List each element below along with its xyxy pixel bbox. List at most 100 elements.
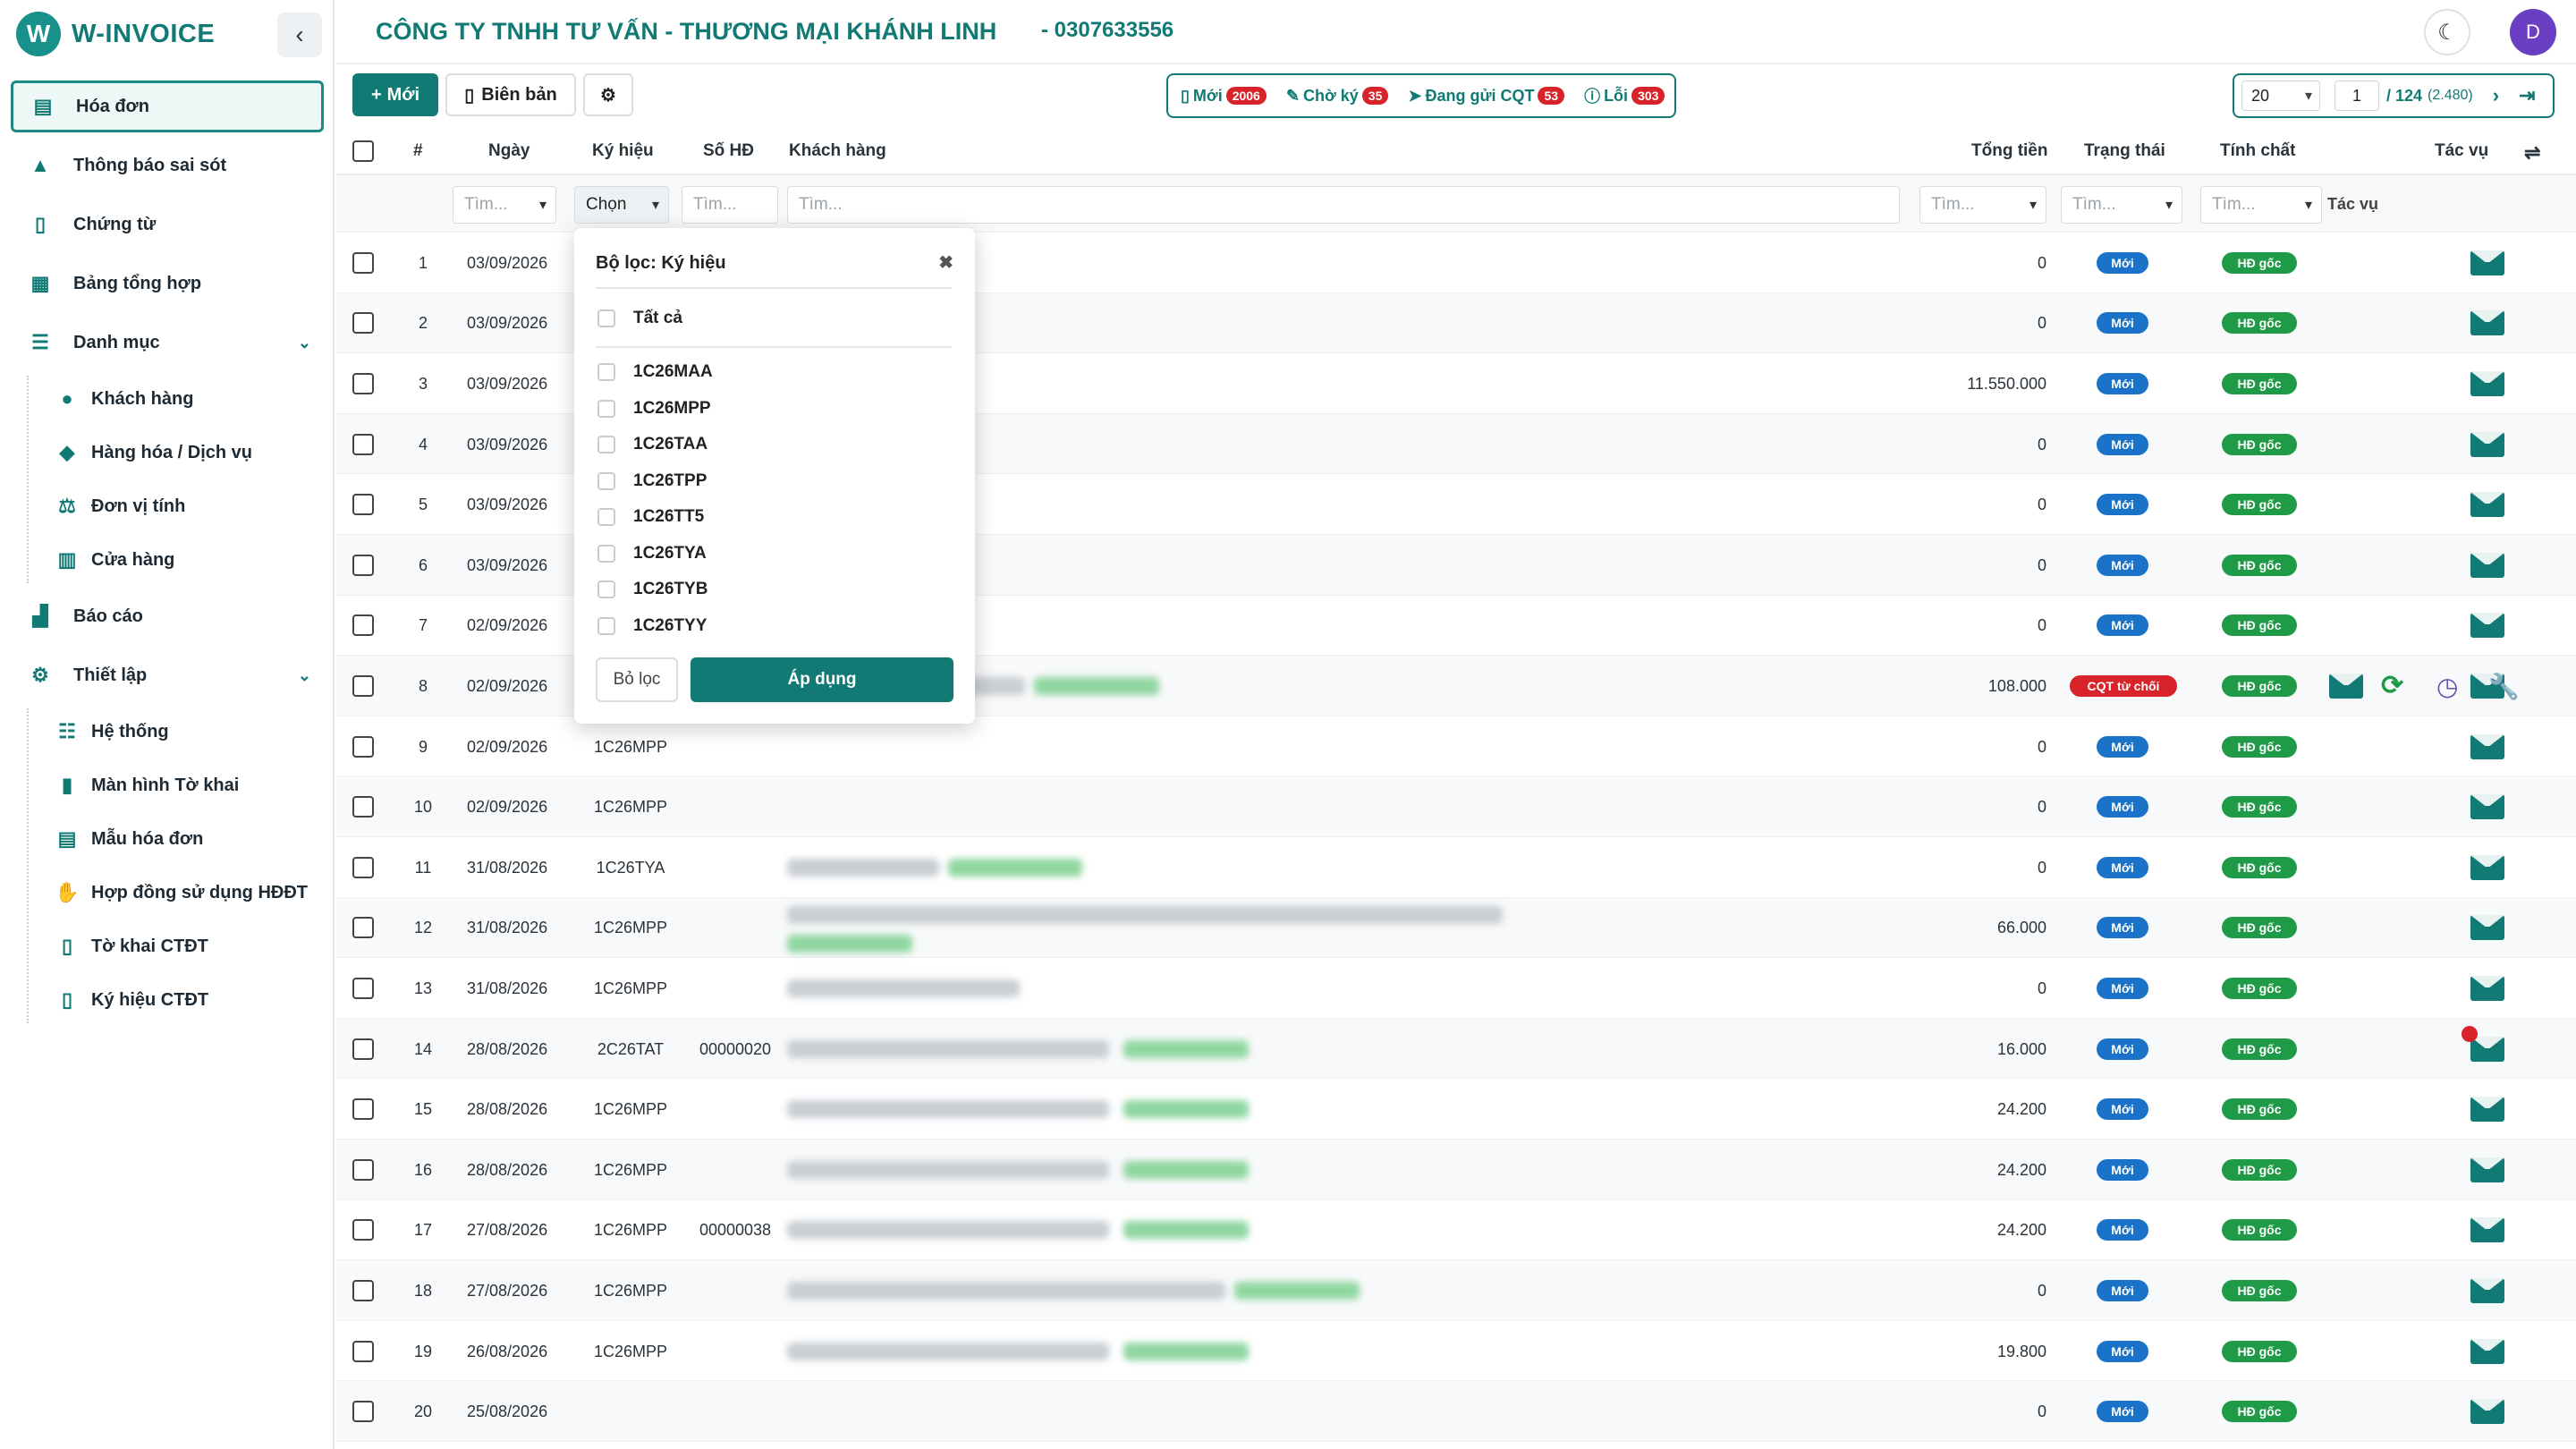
filter-option[interactable]: 1C26TT5 <box>597 504 704 530</box>
checkbox[interactable] <box>597 471 615 490</box>
avatar[interactable]: D <box>2510 9 2556 55</box>
send-email-icon[interactable] <box>2470 854 2504 880</box>
table-row[interactable]: 13 31/08/2026 1C26MPP 0 Mới HĐ gốc <box>336 958 2576 1019</box>
row-checkbox[interactable] <box>352 1219 374 1241</box>
checkbox[interactable] <box>597 508 615 526</box>
total-filter[interactable]: Tìm... <box>1919 186 2046 224</box>
sidebar-item-customers[interactable]: ● Khách hàng <box>47 376 324 422</box>
sidebar-item-error-notices[interactable]: ▲ Thông báo sai sót <box>11 140 324 191</box>
row-checkbox[interactable] <box>352 1098 374 1121</box>
row-checkbox[interactable] <box>352 494 374 516</box>
row-checkbox[interactable] <box>352 1279 374 1301</box>
table-row[interactable]: 11 31/08/2026 1C26TYA 0 Mới HĐ gốc <box>336 837 2576 898</box>
col-invoice-no[interactable]: Số HĐ <box>703 141 754 161</box>
sidebar-item-declaration-screen[interactable]: ▮ Màn hình Tờ khai <box>47 762 324 809</box>
select-all-checkbox[interactable] <box>352 140 374 162</box>
send-email-icon[interactable] <box>2470 1277 2504 1303</box>
status-filter-waiting-sign[interactable]: ✎ Chờ ký 35 <box>1286 87 1389 106</box>
filter-option[interactable]: 1C26MAA <box>597 359 713 386</box>
col-total[interactable]: Tổng tiền <box>1971 141 2047 161</box>
row-checkbox[interactable] <box>352 1340 374 1362</box>
table-row[interactable]: 16 28/08/2026 1C26MPP 24.200 Mới HĐ gốc <box>336 1140 2576 1200</box>
send-email-icon[interactable] <box>2470 1157 2504 1182</box>
checkbox[interactable] <box>597 399 615 418</box>
sidebar-item-settings[interactable]: ⚙ Thiết lập ⌄ <box>11 649 324 701</box>
page-size-select[interactable]: 20 <box>2241 80 2320 111</box>
filter-option[interactable]: 1C26TPP <box>597 468 707 495</box>
table-row[interactable]: 12 31/08/2026 1C26MPP 66.000 Mới HĐ gốc <box>336 897 2576 959</box>
send-email-icon[interactable] <box>2470 370 2504 396</box>
theme-toggle-button[interactable]: ☾ <box>2424 9 2470 55</box>
sidebar-item-vouchers[interactable]: ▯ Chứng từ <box>11 199 324 250</box>
table-row[interactable]: 19 26/08/2026 1C26MPP 19.800 Mới HĐ gốc <box>336 1321 2576 1382</box>
brand[interactable]: W W-INVOICE <box>16 12 215 56</box>
send-email-icon[interactable] <box>2470 492 2504 518</box>
filter-option[interactable]: 1C26TYB <box>597 576 708 603</box>
send-email-icon[interactable] <box>2470 1217 2504 1243</box>
col-status[interactable]: Trạng thái <box>2084 141 2165 161</box>
row-checkbox[interactable] <box>352 674 374 697</box>
send-email-icon[interactable] <box>2470 975 2504 1001</box>
send-email-icon[interactable] <box>2470 1036 2504 1062</box>
checkbox[interactable] <box>597 580 615 598</box>
status-filter[interactable]: Tìm... <box>2061 186 2182 224</box>
new-invoice-button[interactable]: + Mới <box>352 73 438 116</box>
report-button[interactable]: ▯ Biên bản <box>445 73 576 116</box>
status-filter-sending[interactable]: ➤ Đang gửi CQT 53 <box>1408 87 1565 106</box>
row-checkbox[interactable] <box>352 1158 374 1181</box>
send-email-icon[interactable] <box>2470 310 2504 336</box>
table-row[interactable]: 15 28/08/2026 1C26MPP 24.200 Mới HĐ gốc <box>336 1079 2576 1140</box>
row-checkbox[interactable] <box>352 735 374 758</box>
checkbox[interactable] <box>597 616 615 635</box>
send-email-icon[interactable] <box>2470 1399 2504 1425</box>
row-checkbox[interactable] <box>352 977 374 999</box>
settings-button[interactable]: ⚙ <box>583 73 633 116</box>
apply-filter-button[interactable]: Áp dụng <box>691 657 953 702</box>
sidebar-item-ctdt-symbol[interactable]: ▯ Ký hiệu CTĐT <box>47 977 324 1023</box>
collapse-sidebar-button[interactable]: ‹ <box>277 13 322 57</box>
send-email-icon[interactable] <box>2470 915 2504 941</box>
date-filter[interactable]: Tìm... <box>453 186 556 224</box>
sidebar-item-ctdt-declaration[interactable]: ▯ Tờ khai CTĐT <box>47 923 324 970</box>
sync-icon[interactable]: ⟳ <box>2381 670 2403 701</box>
send-email-icon[interactable] <box>2470 250 2504 275</box>
row-checkbox[interactable] <box>352 796 374 818</box>
row-checkbox[interactable] <box>352 554 374 576</box>
row-checkbox[interactable] <box>352 614 374 637</box>
sidebar-item-summary-table[interactable]: ▦ Bảng tổng hợp <box>11 258 324 309</box>
table-row[interactable]: 14 28/08/2026 2C26TAT 00000020 16.000 Mới HĐ g… <box>336 1018 2576 1080</box>
row-checkbox[interactable] <box>352 1038 374 1060</box>
col-nature[interactable]: Tính chất <box>2220 141 2295 161</box>
table-row[interactable]: 18 27/08/2026 1C26MPP 0 Mới HĐ gốc <box>336 1260 2576 1321</box>
send-email-icon[interactable] <box>2470 733 2504 759</box>
table-row[interactable]: 10 02/09/2026 1C26MPP 0 Mới HĐ gốc <box>336 776 2576 837</box>
page-number-input[interactable]: 1 <box>2334 80 2379 111</box>
close-icon[interactable]: ✖ <box>938 251 953 274</box>
filter-option[interactable]: 1C26TAA <box>597 431 708 458</box>
sidebar-item-invoice-templates[interactable]: ▤ Mẫu hóa đơn <box>47 816 324 862</box>
sidebar-item-catalog[interactable]: ☰ Danh mục ⌄ <box>11 317 324 369</box>
checkbox[interactable] <box>597 309 615 327</box>
row-checkbox[interactable] <box>352 372 374 394</box>
row-checkbox[interactable] <box>352 433 374 455</box>
send-email-icon[interactable] <box>2470 1097 2504 1123</box>
checkbox[interactable] <box>597 363 615 381</box>
status-filter-new[interactable]: ▯ Mới 2006 <box>1181 87 1267 106</box>
filter-option[interactable]: 1C26TYY <box>597 613 707 640</box>
next-page-icon[interactable]: › <box>2493 84 2499 107</box>
option-all[interactable]: Tất cả <box>597 305 682 332</box>
col-date[interactable]: Ngày <box>488 141 530 161</box>
row-checkbox[interactable] <box>352 856 374 878</box>
clear-filter-button[interactable]: Bỏ lọc <box>596 657 678 702</box>
send-email-icon[interactable] <box>2470 1338 2504 1364</box>
nature-filter[interactable]: Tìm... <box>2200 186 2322 224</box>
table-row[interactable]: 20 25/08/2026 0 Mới HĐ gốc <box>336 1381 2576 1442</box>
send-email-icon[interactable] <box>2470 794 2504 820</box>
sidebar-item-goods-services[interactable]: ◆ Hàng hóa / Dịch vụ <box>47 429 324 476</box>
sidebar-item-contracts[interactable]: ✋ Hợp đồng sử dụng HĐĐT <box>47 869 324 916</box>
last-page-icon[interactable]: ⇥ <box>2519 84 2535 107</box>
filter-option[interactable]: 1C26TYA <box>597 540 707 567</box>
column-settings-icon[interactable]: ⇌ <box>2524 141 2540 165</box>
checkbox[interactable] <box>597 436 615 453</box>
send-email-icon[interactable] <box>2470 552 2504 578</box>
